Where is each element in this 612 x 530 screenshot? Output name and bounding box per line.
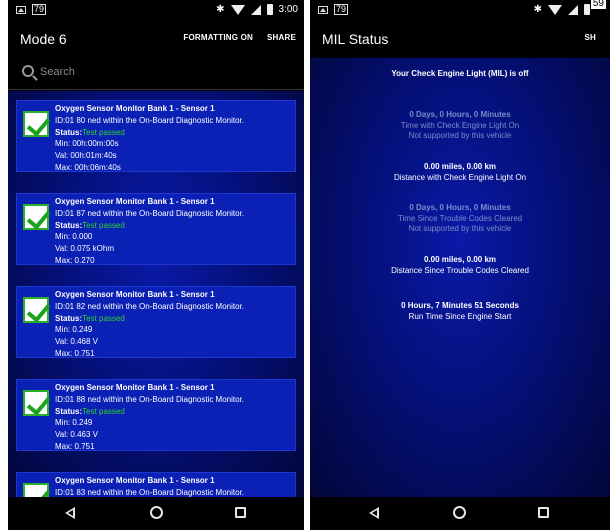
clock-partial: 59	[590, 0, 606, 9]
temperature-badge: 79	[32, 4, 47, 15]
image-notification-icon	[318, 5, 328, 14]
max-value: Max: 0.751	[55, 348, 95, 358]
wifi-icon	[548, 4, 562, 15]
card-id: ID:01 83 ned within the On-Board Diagnos…	[55, 487, 244, 497]
page-title: Mode 6	[20, 31, 67, 47]
signal-icon	[250, 4, 261, 15]
back-icon[interactable]	[65, 507, 76, 519]
min-value: Min: 0.249	[55, 325, 93, 335]
checkbox-checked-icon[interactable]	[23, 390, 49, 416]
search-bar[interactable]: Search	[8, 58, 304, 90]
checkbox-checked-icon[interactable]	[23, 111, 49, 137]
bluetooth-icon: ✱	[216, 4, 225, 15]
card-id: ID:01 87 ned within the On-Board Diagnos…	[55, 208, 244, 218]
max-value: Max: 0.751	[55, 441, 95, 451]
status-bar: 79 ✱ 3:00	[8, 0, 304, 20]
app-bar: MIL Status SH	[310, 20, 610, 58]
share-button[interactable]: SHARE	[267, 33, 296, 42]
mil-label: Distance with Check Engine Light On	[393, 173, 527, 182]
signal-icon	[568, 4, 578, 15]
mil-note: Not supported by this vehicle	[408, 224, 512, 233]
status-value: Test passed	[82, 127, 125, 137]
min-value: Min: 00h:00m:00s	[55, 139, 119, 149]
status-value: Test passed	[82, 313, 125, 323]
mil-status-screen: 79 ✱ 59 MIL Status SH Your Check Engine …	[310, 0, 610, 530]
card-title: Oxygen Sensor Monitor Bank 1 - Sensor 1	[55, 290, 215, 299]
card-title: Oxygen Sensor Monitor Bank 1 - Sensor 1	[55, 476, 215, 485]
checkbox-checked-icon[interactable]	[23, 483, 49, 497]
status-value: Test passed	[82, 220, 125, 230]
navigation-bar	[310, 497, 610, 530]
results-list[interactable]: Oxygen Sensor Monitor Bank 1 - Sensor 1 …	[8, 91, 304, 497]
mil-value: 0.00 miles, 0.00 km	[423, 162, 497, 171]
battery-icon	[266, 4, 273, 15]
card-title: Oxygen Sensor Monitor Bank 1 - Sensor 1	[55, 104, 215, 113]
home-icon[interactable]	[150, 506, 163, 519]
list-item[interactable]: Oxygen Sensor Monitor Bank 1 - Sensor 1 …	[16, 472, 296, 497]
list-item[interactable]: Oxygen Sensor Monitor Bank 1 - Sensor 1 …	[16, 286, 296, 358]
mil-value: 0 Hours, 7 Minutes 51 Seconds	[401, 301, 519, 310]
temperature-badge: 79	[334, 4, 349, 15]
max-value: Max: 0.270	[55, 255, 95, 265]
status-label: Status:	[55, 127, 83, 137]
mil-label: Time with Check Engine Light On	[400, 121, 520, 130]
card-id: ID:01 88 ned within the On-Board Diagnos…	[55, 394, 244, 404]
mil-label: Distance Since Trouble Codes Cleared	[391, 266, 529, 275]
home-icon[interactable]	[453, 506, 466, 519]
card-id: ID:01 80 ned within the On-Board Diagnos…	[55, 115, 244, 125]
status-label: Status:	[55, 406, 83, 416]
val-value: Val: 00h:01m:40s	[55, 151, 117, 161]
back-icon[interactable]	[369, 507, 380, 519]
card-title: Oxygen Sensor Monitor Bank 1 - Sensor 1	[55, 383, 215, 392]
mil-label: Time Since Trouble Codes Cleared	[397, 214, 523, 223]
min-value: Min: 0.000	[55, 232, 93, 242]
mode6-screen: 79 ✱ 3:00 Mode 6 FORMATTING ON SHARE Sea…	[8, 0, 304, 530]
val-value: Val: 0.463 V	[55, 430, 98, 440]
val-value: Val: 0.075 kOhm	[55, 244, 114, 254]
status-label: Status:	[55, 313, 83, 323]
app-bar: Mode 6 FORMATTING ON SHARE	[8, 20, 304, 58]
checkbox-checked-icon[interactable]	[23, 297, 49, 323]
mil-value: 0.00 miles, 0.00 km	[423, 255, 497, 264]
formatting-toggle-button[interactable]: FORMATTING ON	[183, 33, 253, 42]
bluetooth-icon: ✱	[533, 4, 542, 15]
recent-apps-icon[interactable]	[538, 507, 549, 518]
navigation-bar	[8, 497, 304, 530]
val-value: Val: 0.468 V	[55, 337, 98, 347]
status-bar: 79 ✱ 59	[310, 0, 610, 20]
list-item[interactable]: Oxygen Sensor Monitor Bank 1 - Sensor 1 …	[16, 193, 296, 265]
mil-value: 0 Days, 0 Hours, 0 Minutes	[409, 110, 511, 119]
list-item[interactable]: Oxygen Sensor Monitor Bank 1 - Sensor 1 …	[16, 379, 296, 451]
search-icon	[22, 65, 34, 77]
wifi-icon	[230, 4, 245, 15]
search-input[interactable]: Search	[40, 66, 75, 78]
status-value: Test passed	[82, 406, 125, 416]
recent-apps-icon[interactable]	[235, 507, 246, 518]
min-value: Min: 0.249	[55, 418, 93, 428]
status-label: Status:	[55, 220, 83, 230]
card-title: Oxygen Sensor Monitor Bank 1 - Sensor 1	[55, 197, 215, 206]
mil-note: Not supported by this vehicle	[408, 131, 512, 140]
list-item[interactable]: Oxygen Sensor Monitor Bank 1 - Sensor 1 …	[16, 100, 296, 172]
mil-label: Run Time Since Engine Start	[408, 312, 512, 321]
mil-header: Your Check Engine Light (MIL) is off	[391, 69, 529, 78]
image-notification-icon	[16, 5, 26, 14]
battery-icon	[584, 4, 590, 15]
clock: 3:00	[278, 4, 298, 15]
mil-value: 0 Days, 0 Hours, 0 Minutes	[409, 203, 511, 212]
max-value: Max: 00h:06m:40s	[55, 162, 121, 172]
page-title: MIL Status	[322, 31, 389, 47]
share-button[interactable]: SH	[584, 33, 596, 42]
checkbox-checked-icon[interactable]	[23, 204, 49, 230]
card-id: ID:01 82 ned within the On-Board Diagnos…	[55, 301, 244, 311]
mil-content: Your Check Engine Light (MIL) is off 0 D…	[310, 58, 610, 497]
